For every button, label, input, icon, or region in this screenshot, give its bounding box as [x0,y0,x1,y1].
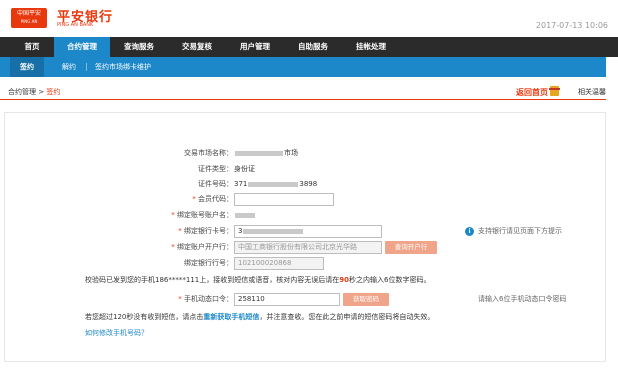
otp-label: * 手机动态口令： [123,292,233,306]
related-tips-link[interactable]: 相关温馨 [578,87,606,97]
breadcrumb: 合约管理 > 签约 [8,87,60,97]
member-code-label-text: 会员代码： [198,195,233,203]
acct-name-label: * 绑定账号账户名： [123,208,233,222]
member-code-input[interactable] [234,193,334,206]
bank-brand-en: PING AN BANK [57,22,94,28]
required-mark: * [178,295,182,303]
main-nav: 首页 合约管理 查询服务 交易复核 用户管理 自助服务 挂帐处理 [0,37,618,57]
required-mark: * [178,227,182,235]
cert-type-value: 身份证 [234,165,255,173]
breadcrumb-separator: > [38,88,45,96]
countdown-seconds: 90 [339,276,349,284]
sms-message-text: 校验码已发到您的手机186*****111上，接收到短信或语音，核对内容无误后请… [85,276,340,284]
breadcrumb-bar: 合约管理 > 签约 返回首页 相关温馨 [0,85,606,100]
masked-value [248,181,299,187]
pingan-logo[interactable]: 中国平安 PING AN [11,8,47,28]
cert-no-label: 证件号码： [198,180,233,188]
top-header: 中国平安 PING AN 平安银行 PING AN BANK 2017-07-1… [0,0,618,37]
market-name-value: 市场 [234,146,298,160]
breadcrumb-parent[interactable]: 合约管理 [8,88,36,96]
masked-value [235,150,283,156]
card-no-label-text: 绑定银行卡号： [184,227,233,235]
masked-value [243,228,304,234]
nav-item-query-service[interactable]: 查询服务 [110,37,168,57]
acct-name-value [234,208,256,222]
card-no-input[interactable]: 3 [234,225,382,238]
bank-code-label: 绑定银行行号： [184,259,233,267]
info-icon: i [465,227,474,236]
modify-phone-link[interactable]: 如何修改手机号码？ [85,327,148,339]
sms-sent-message: 校验码已发到您的手机186*****111上，接收到短信或语音，核对内容无误后请… [85,274,430,286]
logo-text: 中国平安 [16,10,41,17]
required-mark: * [192,195,196,203]
subnav-item-sign[interactable]: 签约 [10,57,44,77]
support-bank-tip: 支持银行请见页面下方提示 [478,227,562,235]
cert-no-suffix: 3898 [299,180,318,188]
sms-message-text-end: 秒之内输入6位数字密码。 [348,276,431,284]
gift-icon [549,86,560,96]
market-name-label: 交易市场名称： [184,149,233,157]
subnav-item-cancel[interactable]: 解约 [62,57,76,77]
cert-no-value: 371 3898 [234,177,317,191]
back-home-link[interactable]: 返回首页 [516,87,548,98]
logo-subtext: PING AN [20,19,38,24]
subnav-divider [86,63,87,71]
query-bank-button[interactable]: 查询开户行 [385,241,437,254]
nav-item-contract-mgmt[interactable]: 合约管理 [54,37,110,57]
otp-label-text: 手机动态口令： [184,295,233,303]
get-otp-button[interactable]: 获取密码 [343,293,389,306]
sub-nav: 签约 解约 签约市场绑卡维护 [0,57,606,77]
bank-name-input[interactable]: 中国工商银行股份有限公司北京光华路 [234,241,382,254]
card-no-visible: 3 [238,227,243,235]
cert-no-prefix: 371 [234,180,248,188]
cert-type-label: 证件类型： [198,165,233,173]
card-no-label: * 绑定银行卡号： [123,224,233,238]
required-mark: * [171,211,175,219]
nav-item-suspense[interactable]: 挂帐处理 [342,37,400,57]
signing-form-panel: 交易市场名称： 市场 证件类型： 身份证 证件号码： 371 3898 * 会员代… [4,112,606,362]
bank-name-label-text: 绑定账户开户行： [177,243,233,251]
bank-code-input[interactable]: 102100020868 [234,257,324,270]
resend-sms-link[interactable]: 重新获取手机短信 [203,313,259,321]
otp-hint: 请输入6位手机动态口令密码 [478,295,567,303]
current-datetime: 2017-07-13 10:06 [535,21,608,30]
otp-input[interactable]: 258110 [234,293,340,306]
market-name-suffix: 市场 [284,149,298,157]
nav-item-self-service[interactable]: 自助服务 [284,37,342,57]
nav-item-user-mgmt[interactable]: 用户管理 [226,37,284,57]
subnav-item-card-binding[interactable]: 签约市场绑卡维护 [95,57,151,77]
nav-item-home[interactable]: 首页 [10,37,54,57]
member-code-label: * 会员代码： [123,192,233,206]
resend-message: 若您超过120秒没有收到短信，请点击重新获取手机短信，并注意查收。您在此之前申请… [85,311,434,323]
resend-text: 若您超过120秒没有收到短信，请点击 [85,313,204,321]
breadcrumb-current: 签约 [46,88,61,96]
required-mark: * [171,243,175,251]
masked-value [235,212,255,218]
nav-item-trade-review[interactable]: 交易复核 [168,37,226,57]
resend-text-end: ，并注意查收。您在此之前申请的短信密码将自动失效。 [259,313,435,321]
acct-name-label-text: 绑定账号账户名： [177,211,233,219]
bank-name-label: * 绑定账户开户行： [123,240,233,254]
